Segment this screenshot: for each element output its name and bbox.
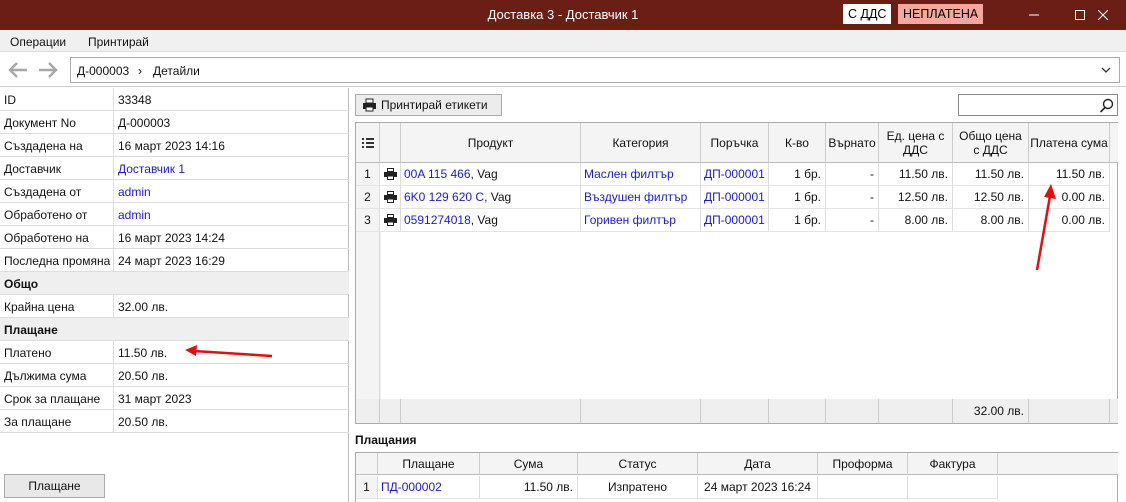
- prop-row-processed-on: Обработено на 16 март 2023 14:24: [0, 226, 349, 249]
- pcol-proforma[interactable]: Проформа: [818, 453, 908, 475]
- section-header-total: Общо: [0, 272, 349, 295]
- prop-row-supplier: Доставчик Доставчик 1: [0, 157, 349, 180]
- print-labels-label: Принтирай етикети: [381, 98, 488, 112]
- section-header-payment: Плащане: [0, 318, 349, 341]
- vat-badge: С ДДС: [843, 4, 892, 24]
- pay-button[interactable]: Плащане: [4, 474, 105, 498]
- minimize-button[interactable]: [1011, 0, 1057, 30]
- print-labels-button[interactable]: Принтирай етикети: [355, 94, 502, 116]
- close-icon: [1098, 10, 1108, 20]
- close-button[interactable]: [1080, 0, 1126, 30]
- printer-icon: [363, 98, 376, 112]
- menu-print[interactable]: Принтирай: [88, 35, 149, 49]
- forward-arrow-icon[interactable]: [36, 60, 60, 80]
- products-table: Продукт Категория Поръчка К-во Върнато Е…: [355, 122, 1118, 424]
- prop-row-last-change: Последна промяна 24 март 2023 16:29: [0, 249, 349, 272]
- status-badge: НЕПЛАТЕНА: [898, 4, 984, 24]
- prop-row-id: ID 33348: [0, 88, 349, 111]
- breadcrumb[interactable]: Д-000003 › Детайли: [70, 57, 1120, 83]
- printer-icon: [383, 168, 397, 180]
- pcol-date[interactable]: Дата: [698, 453, 818, 475]
- chevron-down-icon[interactable]: [1101, 67, 1111, 74]
- supplier-link[interactable]: Доставчик 1: [118, 162, 185, 176]
- product-link[interactable]: 0591274018: [404, 213, 471, 227]
- breadcrumb-separator: ›: [138, 64, 142, 78]
- category-link[interactable]: Въздушен филтър: [581, 186, 701, 209]
- minimize-icon: [1029, 14, 1039, 16]
- prop-row-final-price: Крайна цена 32.00 лв.: [0, 295, 349, 318]
- pcol-status[interactable]: Статус: [578, 453, 698, 475]
- product-link[interactable]: 6K0 129 620 C: [404, 190, 484, 204]
- breadcrumb-page[interactable]: Детайли: [153, 64, 200, 78]
- order-link[interactable]: ДП-000001: [701, 209, 769, 232]
- product-link[interactable]: 00A 115 466: [404, 167, 471, 181]
- breadcrumb-document[interactable]: Д-000003: [77, 64, 129, 78]
- prop-row-paid: Платено 11.50 лв.: [0, 341, 349, 364]
- pcol-amount[interactable]: Сума: [480, 453, 578, 475]
- column-unit-price[interactable]: Ед. цена с ДДС: [879, 123, 953, 163]
- pcol-payment[interactable]: Плащане: [378, 453, 480, 475]
- column-returned[interactable]: Върнато: [826, 123, 879, 163]
- title-bar: Доставка 3 - Доставчик 1 С ДДС НЕПЛАТЕНА: [0, 0, 1126, 30]
- prop-row-due: Дължима сума 20.50 лв.: [0, 364, 349, 387]
- back-arrow-icon[interactable]: [6, 60, 30, 80]
- payments-title: Плащания: [355, 433, 417, 447]
- created-by-link[interactable]: admin: [118, 185, 151, 199]
- payments-table: Плащане Сума Статус Дата Проформа Фактур…: [355, 452, 1118, 502]
- payment-link[interactable]: ПД-000002: [378, 476, 480, 499]
- prop-row-created-by: Създадена от admin: [0, 180, 349, 203]
- menu-operations[interactable]: Операции: [10, 35, 66, 49]
- properties-panel: ID 33348 Документ No Д-000003 Създадена на…: [0, 88, 349, 502]
- processed-by-link[interactable]: admin: [118, 208, 151, 222]
- column-category[interactable]: Категория: [581, 123, 701, 163]
- footer-total: 32.00 лв.: [953, 399, 1029, 423]
- navigation-bar: Д-000003 › Детайли: [0, 53, 1126, 87]
- order-link[interactable]: ДП-000001: [701, 163, 769, 186]
- prop-row-to-pay: За плащане 20.50 лв.: [0, 410, 349, 433]
- pcol-invoice[interactable]: Фактура: [908, 453, 998, 475]
- column-qty[interactable]: К-во: [769, 123, 826, 163]
- prop-row-deadline: Срок за плащане 31 март 2023: [0, 387, 349, 410]
- printer-icon: [383, 191, 397, 203]
- prop-row-processed-by: Обработено от admin: [0, 203, 349, 226]
- prop-row-doc-no: Документ No Д-000003: [0, 111, 349, 134]
- search-icon: [1099, 98, 1114, 113]
- list-icon: [361, 137, 374, 148]
- printer-icon: [383, 214, 397, 226]
- menu-bar: Операции Принтирай: [0, 30, 1126, 52]
- column-product[interactable]: Продукт: [401, 123, 581, 163]
- order-link[interactable]: ДП-000001: [701, 186, 769, 209]
- category-link[interactable]: Маслен филтър: [581, 163, 701, 186]
- search-input[interactable]: [958, 94, 1118, 116]
- column-total[interactable]: Общо цена с ДДС: [953, 123, 1029, 163]
- category-link[interactable]: Горивен филтър: [581, 209, 701, 232]
- column-chooser[interactable]: [356, 123, 380, 163]
- column-paid[interactable]: Платена сума: [1029, 123, 1110, 163]
- prop-row-created-on: Създадена на 16 март 2023 14:16: [0, 134, 349, 157]
- column-order[interactable]: Поръчка: [701, 123, 769, 163]
- column-print: [380, 123, 401, 163]
